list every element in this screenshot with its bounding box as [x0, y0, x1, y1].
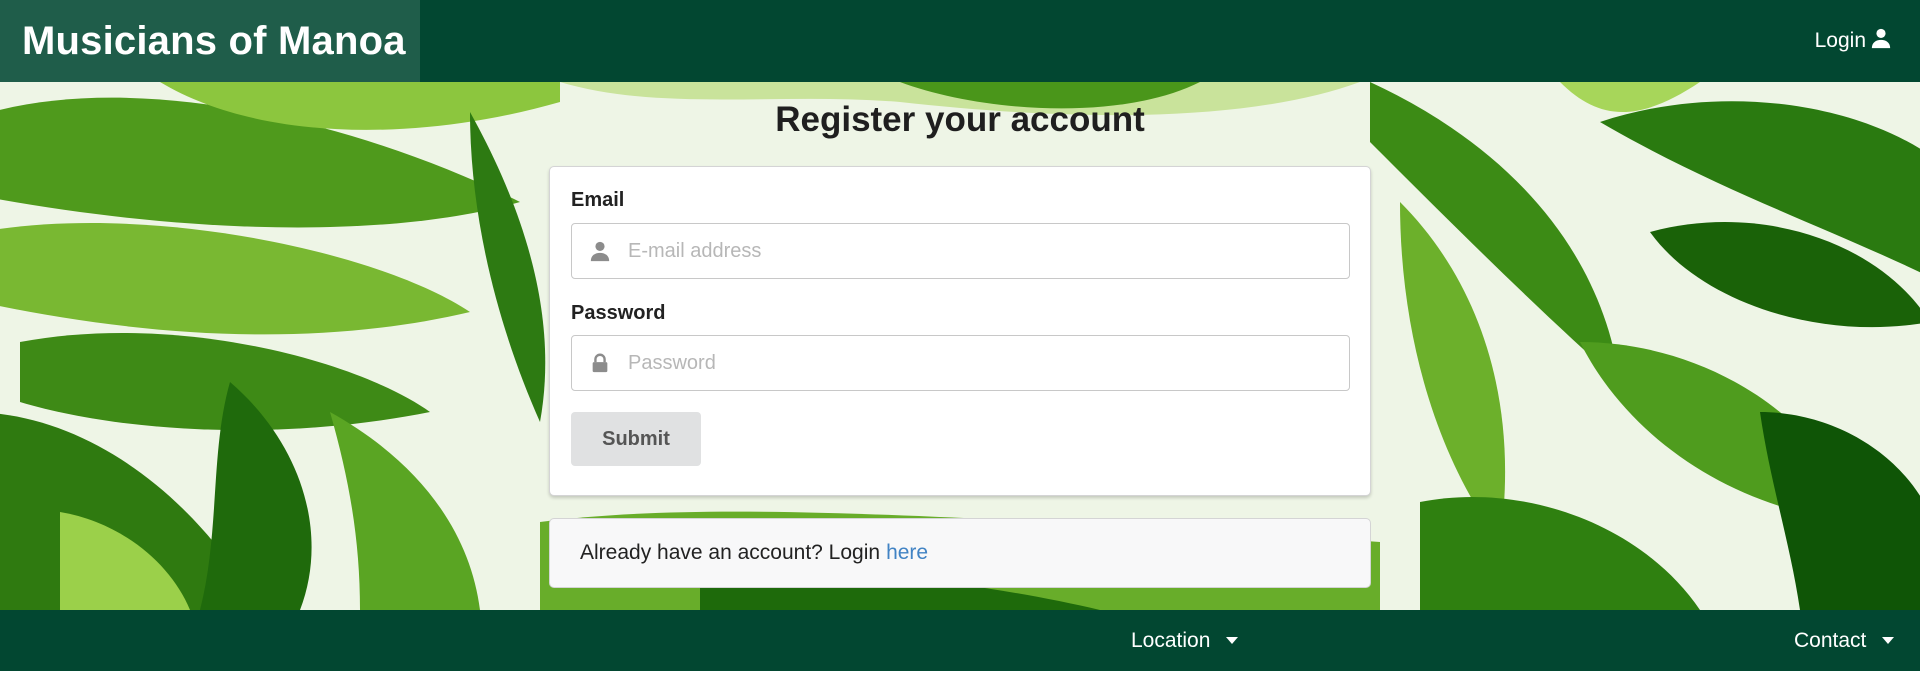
register-form-card: Email Password Submit	[549, 166, 1371, 496]
email-input[interactable]	[628, 226, 1349, 276]
chevron-down-icon	[1882, 637, 1895, 644]
password-label: Password	[571, 302, 666, 324]
location-dropdown[interactable]: Location	[1131, 610, 1239, 671]
login-here-link[interactable]: here	[886, 541, 928, 565]
password-input[interactable]	[628, 338, 1349, 388]
footer-navbar: Location Contact	[0, 610, 1920, 671]
hero-section: Register your account Email Password Sub…	[0, 82, 1920, 610]
lock-icon	[572, 336, 628, 390]
email-field-wrapper	[571, 223, 1350, 279]
login-label: Login	[1814, 29, 1866, 52]
login-message-box: Already have an account? Login here	[549, 518, 1371, 588]
login-menu-link[interactable]: Login	[1815, 27, 1892, 55]
contact-dropdown[interactable]: Contact	[1794, 610, 1895, 671]
top-navbar: Musicians of Manoa Login	[0, 0, 1920, 82]
user-icon	[1870, 27, 1892, 55]
login-message-text: Already have an account? Login	[580, 541, 881, 564]
email-label: Email	[571, 189, 625, 211]
chevron-down-icon	[1226, 637, 1239, 644]
user-icon	[572, 224, 628, 278]
brand-title[interactable]: Musicians of Manoa	[0, 0, 420, 82]
contact-label: Contact	[1794, 628, 1867, 652]
page-title: Register your account	[775, 100, 1145, 139]
location-label: Location	[1131, 628, 1211, 652]
submit-button[interactable]: Submit	[571, 412, 701, 466]
password-field-wrapper	[571, 335, 1350, 391]
